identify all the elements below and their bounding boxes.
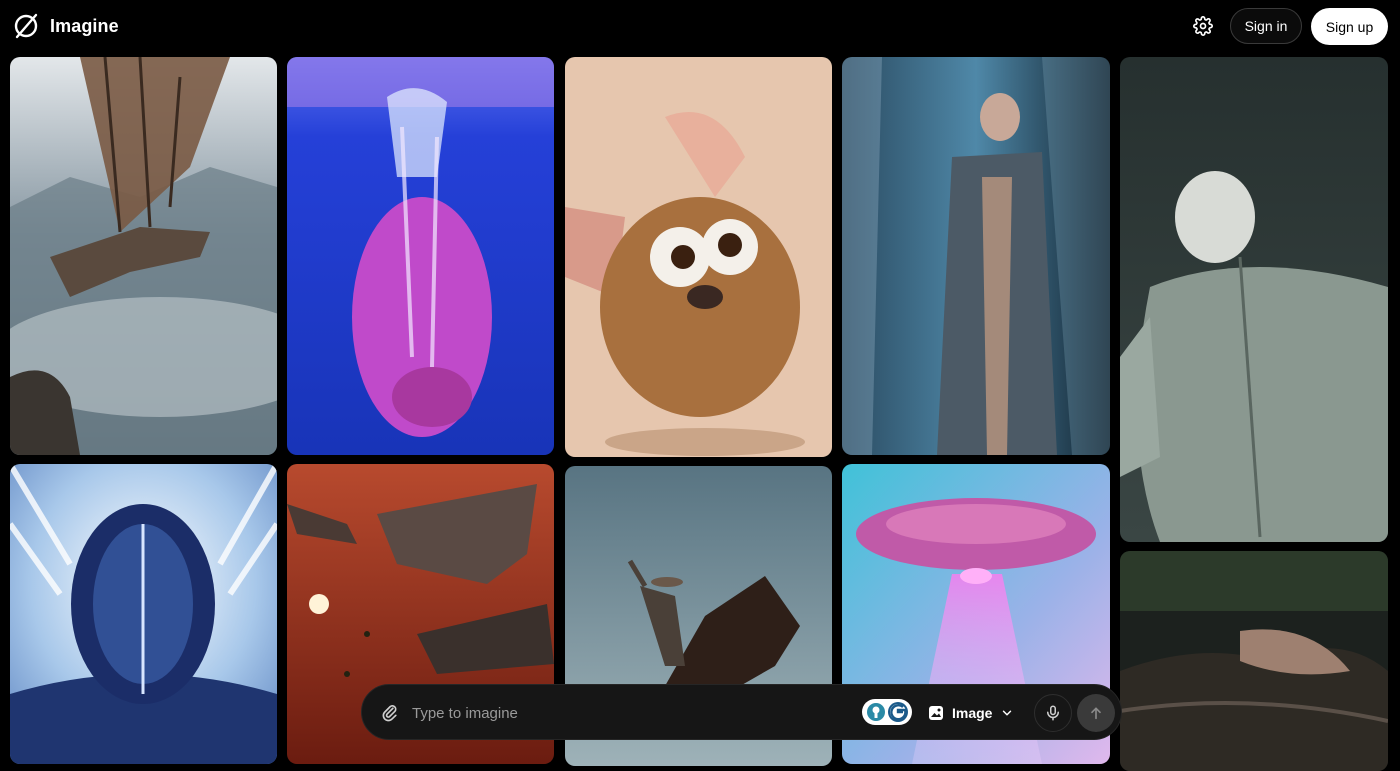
model-a-icon (867, 703, 885, 721)
cartoon-creature-image (565, 57, 832, 457)
sign-up-button[interactable]: Sign up (1311, 8, 1388, 45)
sign-in-button[interactable]: Sign in (1230, 8, 1302, 44)
gallery-tile-dark-water[interactable] (1120, 551, 1388, 771)
settings-button[interactable] (1188, 11, 1218, 41)
pink-bear-image (287, 57, 554, 455)
mode-label: Image (952, 705, 993, 721)
helmet-image (10, 464, 277, 764)
slashed-circle-logo-icon (14, 13, 38, 39)
dark-water-image (1120, 551, 1388, 771)
dragon-image (10, 57, 277, 455)
top-bar: Imagine Sign in Sign up (0, 0, 1400, 54)
app-logo[interactable]: Imagine (12, 12, 119, 40)
zip-jacket-image (1120, 57, 1388, 542)
gear-icon (1193, 16, 1213, 36)
gallery-tile-dragon[interactable] (10, 57, 277, 455)
gallery-tile-zip-jacket[interactable] (1120, 57, 1388, 542)
app-name: Imagine (50, 15, 119, 36)
image-icon (929, 706, 943, 720)
trench-coat-image (842, 57, 1110, 455)
gallery-tile-trench-coat[interactable] (842, 57, 1110, 455)
mode-select[interactable]: Image (928, 699, 1014, 727)
prompt-bar: Image (361, 684, 1122, 740)
model-g-icon (888, 702, 908, 722)
gallery-tile-helmet[interactable] (10, 464, 277, 764)
model-selector-icons[interactable] (862, 697, 914, 727)
gallery-tile-cartoon-creature[interactable] (565, 57, 832, 457)
prompt-input[interactable] (410, 697, 854, 729)
gallery-tile-pink-bear[interactable] (287, 57, 554, 455)
microphone-icon (1047, 705, 1059, 721)
paperclip-icon[interactable] (380, 702, 400, 722)
send-button[interactable] (1077, 694, 1115, 732)
chevron-down-icon (1003, 710, 1012, 716)
arrow-up-icon (1091, 707, 1101, 720)
microphone-button[interactable] (1034, 694, 1072, 732)
